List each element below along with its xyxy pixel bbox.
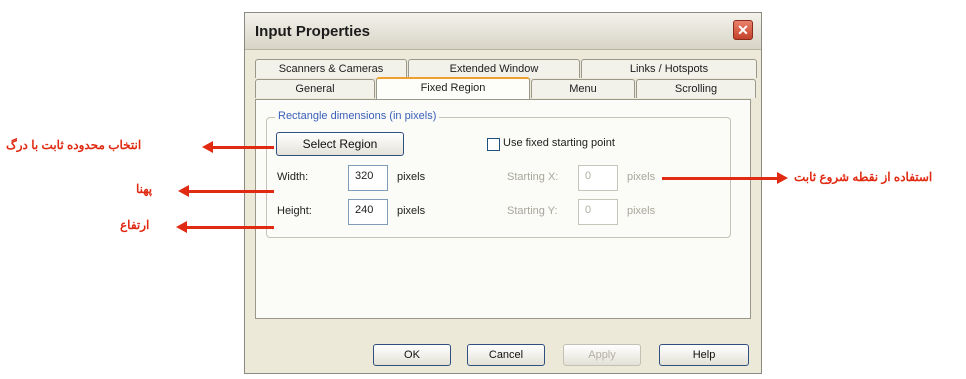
arrow-head-icon: [202, 141, 213, 153]
cancel-button[interactable]: Cancel: [467, 344, 545, 366]
height-input[interactable]: 240: [348, 199, 388, 225]
arrow-head-icon: [777, 172, 788, 184]
width-label: Width:: [277, 171, 309, 183]
select-region-button[interactable]: Select Region: [276, 132, 404, 156]
fixed-start-checkbox[interactable]: [487, 138, 500, 151]
title-bar[interactable]: Input Properties ✕: [245, 13, 761, 50]
starting-x-unit: pixels: [627, 171, 656, 183]
select-region-annotation: انتخاب محدوده ثابت با درگ: [6, 138, 142, 152]
width-annotation: پهنا: [136, 182, 153, 196]
tab-row-top: Scanners & Cameras Extended Window Links…: [255, 59, 758, 79]
height-annotation: ارتفاع: [120, 218, 150, 232]
fixed-start-arrow: [662, 172, 788, 184]
tab-extended-window[interactable]: Extended Window: [408, 59, 580, 78]
starting-y-input[interactable]: 0: [578, 199, 618, 225]
tab-scrolling[interactable]: Scrolling: [636, 79, 756, 98]
select-region-arrow: [202, 141, 274, 153]
tab-links-hotspots[interactable]: Links / Hotspots: [581, 59, 757, 78]
tab-scanners-cameras[interactable]: Scanners & Cameras: [255, 59, 407, 78]
fixed-region-panel: Rectangle dimensions (in pixels) Select …: [255, 99, 751, 319]
starting-x-input[interactable]: 0: [578, 165, 618, 191]
tab-fixed-region[interactable]: Fixed Region: [376, 77, 530, 99]
starting-x-label: Starting X:: [507, 171, 559, 183]
fixed-start-annotation: استفاده از نقطه شروع ثابت: [794, 170, 933, 184]
apply-button[interactable]: Apply: [563, 344, 641, 366]
group-legend: Rectangle dimensions (in pixels): [275, 110, 440, 122]
close-icon: ✕: [737, 22, 749, 38]
arrow-head-icon: [176, 221, 187, 233]
help-button[interactable]: Help: [659, 344, 749, 366]
height-unit: pixels: [397, 205, 426, 217]
dialog-title: Input Properties: [255, 23, 371, 40]
width-arrow: [178, 185, 274, 197]
width-unit: pixels: [397, 171, 426, 183]
fixed-start-label: Use fixed starting point: [503, 137, 615, 149]
tab-row-bottom: General Fixed Region Menu Scrolling: [255, 77, 757, 99]
ok-button[interactable]: OK: [373, 344, 451, 366]
arrow-head-icon: [178, 185, 189, 197]
height-arrow: [176, 221, 274, 233]
tab-menu[interactable]: Menu: [531, 79, 635, 98]
starting-y-label: Starting Y:: [507, 205, 558, 217]
height-label: Height:: [277, 205, 312, 217]
close-button[interactable]: ✕: [733, 20, 753, 40]
dialog-body: Scanners & Cameras Extended Window Links…: [255, 57, 757, 319]
input-properties-dialog: Input Properties ✕ Scanners & Cameras Ex…: [244, 12, 762, 374]
width-input[interactable]: 320: [348, 165, 388, 191]
tab-general[interactable]: General: [255, 79, 375, 98]
starting-y-unit: pixels: [627, 205, 656, 217]
